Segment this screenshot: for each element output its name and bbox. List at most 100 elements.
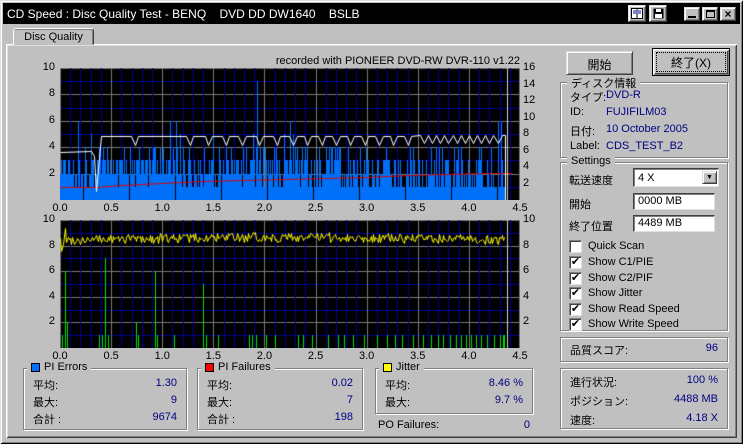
axis-tick-label: 4 (48, 289, 55, 302)
checkbox-box: ✔ (569, 286, 582, 300)
pi-failures-legend: PI Failures 平均: 0.02 最大: 7 合計 : 198 (197, 361, 363, 430)
checkbox-show-c1-pie[interactable]: ✔ Show C1/PIE (569, 255, 653, 269)
checkbox-show-write-speed[interactable]: ✔ Show Write Speed (569, 317, 679, 331)
jitter-legend: Jitter 平均: 8.46 % 最大: 9.7 % (375, 361, 533, 414)
quality-score-label: 品質スコア: (570, 345, 629, 357)
end-pos-input[interactable]: 4489 MB (633, 215, 715, 232)
start-button[interactable]: 開始 (566, 51, 633, 75)
checkbox-label: Show Jitter (588, 287, 643, 299)
progress-label: 進行状況: (570, 377, 618, 389)
axis-tick-label: 3.0 (359, 350, 375, 362)
checkbox-show-read-speed[interactable]: ✔ Show Read Speed (569, 302, 680, 316)
position-value: 4488 MB (673, 393, 718, 405)
avg-value: 8.46 % (488, 377, 523, 389)
axis-tick-label: 10 (42, 213, 55, 225)
axis-tick-label: 2.5 (307, 202, 324, 214)
axis-tick-label: 12 (523, 94, 536, 106)
axis-tick-label: 0.5 (103, 202, 119, 214)
jitter-caption: Jitter (379, 361, 424, 373)
window-title: CD Speed : Disc Quality Test - BENQ DVD … (7, 6, 360, 21)
axis-tick-label: 14 (523, 77, 536, 90)
max-label: 最大: (33, 397, 59, 409)
disc-info-group: ディスク情報 タイプ: DVD-R ID: FUJIFILM03 日付: 10 Oct… (560, 75, 728, 158)
checkbox-box: ✔ (569, 271, 582, 285)
avg-label: 平均: (33, 380, 59, 392)
checkbox-label: Show C1/PIE (588, 256, 654, 268)
position-label: ポジション: (570, 396, 629, 408)
maximize-button[interactable] (702, 6, 718, 21)
checkbox-box: ✔ (569, 255, 582, 269)
progress-value: 100 % (686, 374, 718, 386)
minimize-button[interactable] (684, 6, 700, 21)
checkbox-box (569, 239, 582, 253)
maximize-icon (705, 9, 715, 18)
axis-tick-label: 1.0 (154, 202, 170, 214)
chevron-down-icon[interactable]: ▼ (702, 171, 717, 184)
disc-id-label: ID: (570, 106, 585, 118)
tab-label: Disc Quality (24, 31, 83, 43)
max-value: 9 (170, 394, 177, 406)
checkbox-box: ✔ (569, 317, 582, 331)
report-button[interactable] (628, 5, 646, 22)
axis-tick-label: 6 (523, 143, 530, 156)
total-label: 合計 : (33, 414, 62, 426)
axis-tick-label: 10 (523, 110, 536, 123)
disc-id-value: FUJIFILM03 (606, 106, 667, 118)
axis-tick-label: 6 (48, 264, 55, 277)
start-pos-input[interactable]: 0000 MB (633, 193, 715, 210)
pi-failures-caption-label: PI Failures (218, 361, 271, 373)
speed-stat-value: 4.18 X (686, 412, 718, 424)
checkbox-show-c2-pif[interactable]: ✔ Show C2/PIF (569, 271, 653, 285)
axis-tick-label: 10 (42, 61, 55, 73)
po-failures-label: PO Failures: (378, 419, 440, 431)
tab-disc-quality[interactable]: Disc Quality (13, 28, 94, 45)
avg-label: 平均: (385, 380, 411, 392)
disc-type-label: タイプ: (570, 92, 607, 104)
axis-tick-label: 1.0 (154, 350, 170, 362)
titlebar-buttons: × (628, 5, 736, 22)
max-value: 9.7 % (494, 394, 523, 406)
axis-tick-label: 4.0 (461, 202, 477, 214)
po-failures-row: PO Failures: 0 (378, 419, 530, 431)
checkbox-quick-scan[interactable]: Quick Scan (569, 239, 644, 253)
checkbox-label: Show C2/PIF (588, 272, 653, 284)
disc-label-value: CDS_TEST_B2 (606, 140, 684, 152)
progress-box: 進行状況: 100 % ポジション: 4488 MB 速度: 4.18 X (560, 368, 728, 429)
speed-label: 転送速度 (569, 175, 613, 187)
total-value: 9674 (152, 411, 177, 423)
settings-caption: Settings (567, 155, 615, 167)
save-icon (653, 8, 663, 19)
checkbox-label: Show Read Speed (588, 303, 680, 315)
axis-tick-label: 2 (523, 176, 530, 189)
checkbox-label: Show Write Speed (588, 318, 679, 330)
close-button[interactable]: × (720, 6, 736, 21)
axis-tick-label: 1.5 (205, 202, 221, 214)
axis-tick-label: 6 (523, 264, 530, 277)
axis-tick-label: 8 (48, 87, 55, 100)
total-label: 合計 : (207, 414, 236, 426)
jitter-caption-label: Jitter (396, 361, 420, 373)
exit-button[interactable]: 終了(X) (652, 48, 730, 76)
speed-select[interactable]: 4 X ▼ (633, 168, 719, 187)
quality-score-value: 96 (705, 342, 718, 354)
axis-tick-label: 4 (48, 140, 55, 153)
pi-failures-jitter-chart (60, 220, 520, 348)
axis-tick-label: 4.0 (461, 350, 477, 362)
close-icon: × (724, 6, 732, 21)
save-button[interactable] (649, 5, 667, 22)
exit-button-label: 終了(X) (656, 52, 726, 72)
end-pos-label: 終了位置 (569, 221, 613, 233)
axis-tick-label: 2 (48, 315, 55, 328)
disc-label-label: Label: (570, 140, 600, 152)
pi-errors-caption: PI Errors (27, 361, 92, 373)
recorded-with-label: recorded with PIONEER DVD-RW DVR-110 v1.… (275, 55, 520, 67)
minimize-icon (688, 16, 696, 18)
checkbox-label: Quick Scan (588, 240, 645, 252)
pi-errors-color-swatch (31, 362, 40, 372)
axis-tick-label: 3.5 (410, 202, 426, 214)
app-window: CD Speed : Disc Quality Test - BENQ DVD … (0, 0, 743, 444)
axis-tick-label: 8 (48, 238, 55, 251)
axis-tick-label: 8 (523, 238, 530, 251)
checkbox-show-jitter[interactable]: ✔ Show Jitter (569, 286, 642, 300)
axis-tick-label: 3.0 (359, 202, 375, 214)
